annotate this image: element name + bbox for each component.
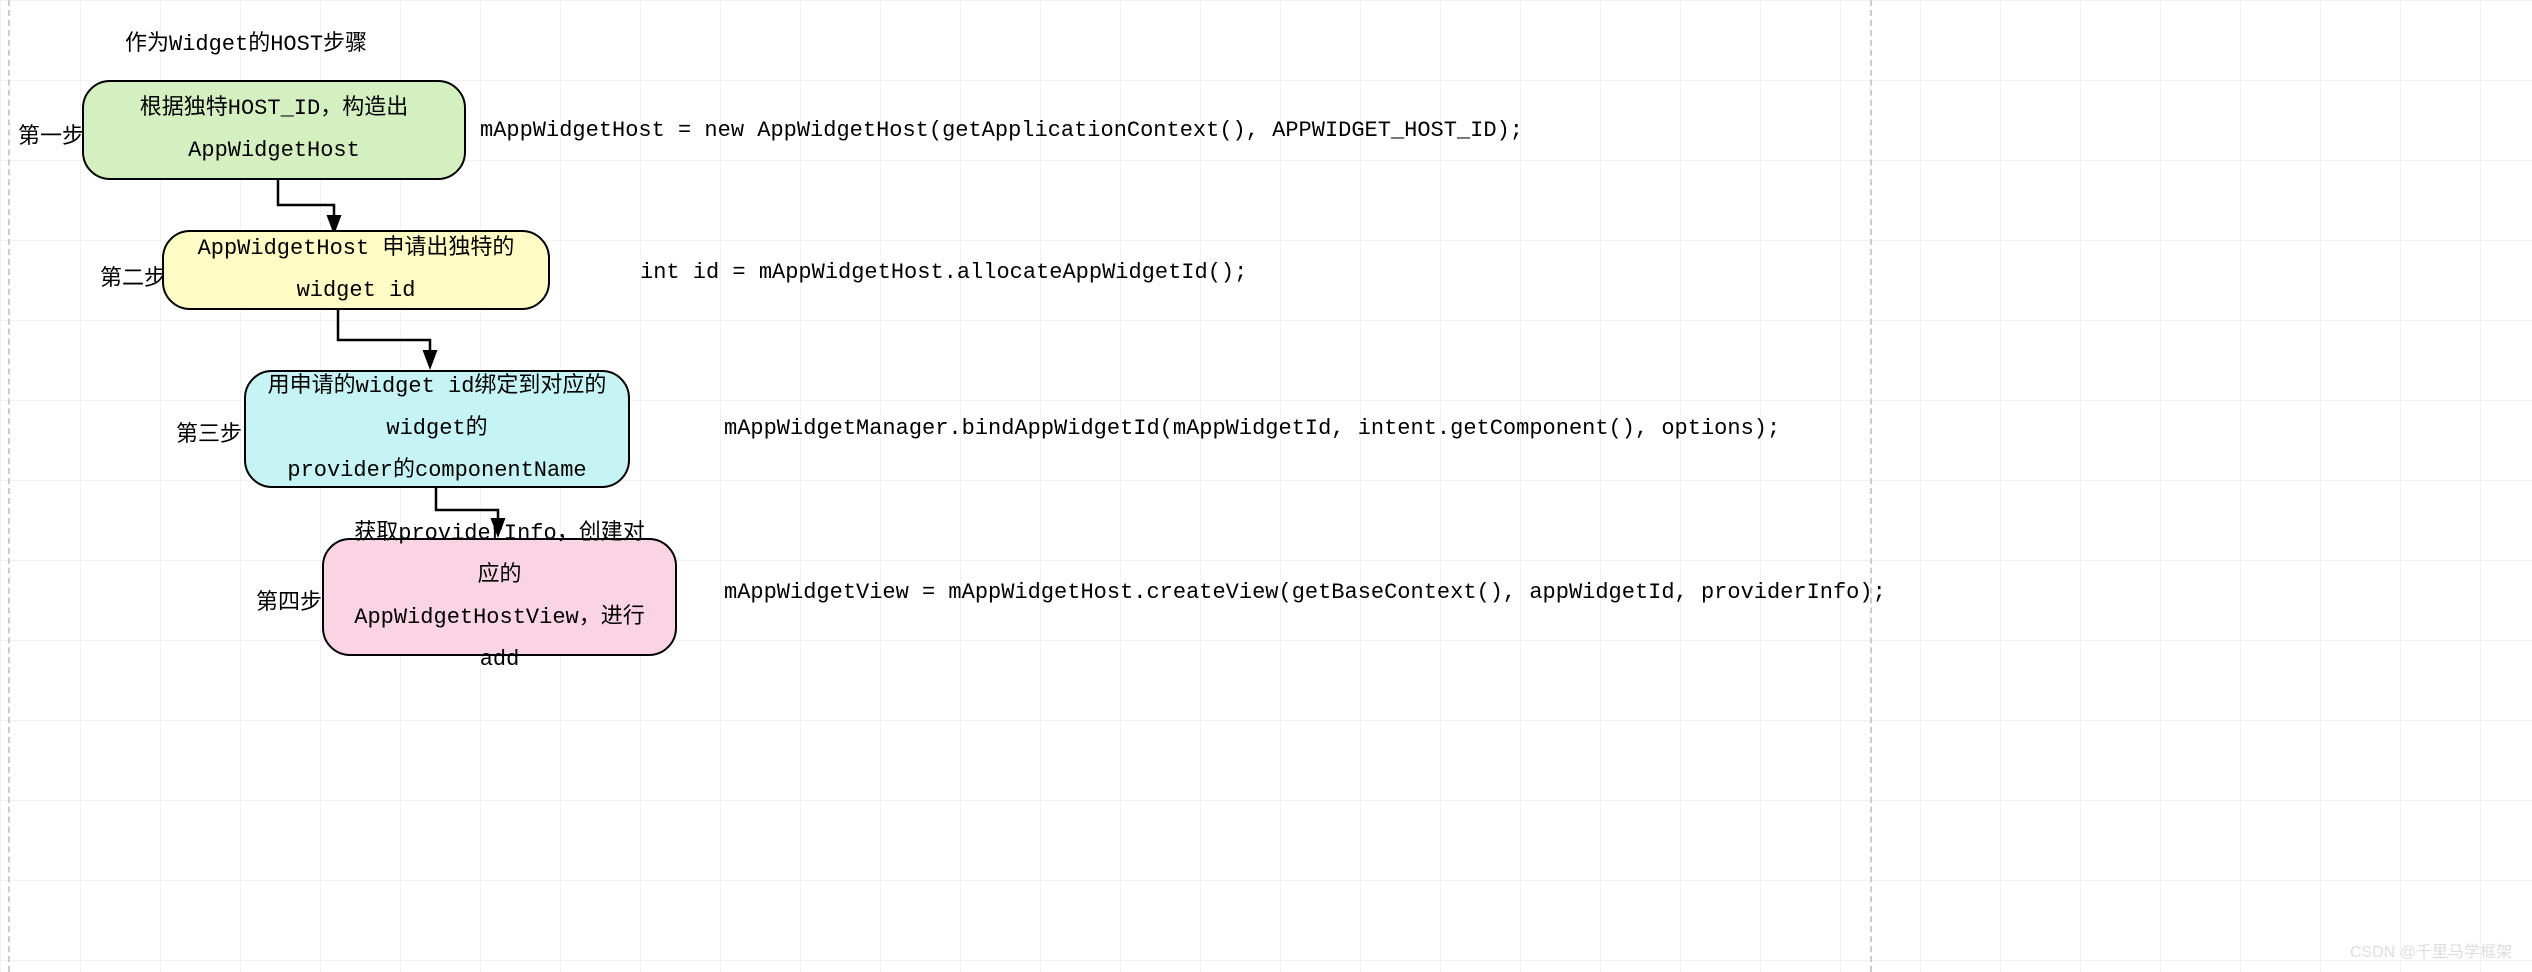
node-step-3: 用申请的widget id绑定到对应的widget的 provider的comp… <box>244 370 630 488</box>
code-step-3: mAppWidgetManager.bindAppWidgetId(mAppWi… <box>724 416 1780 441</box>
node-step-1: 根据独特HOST_ID，构造出AppWidgetHost <box>82 80 466 180</box>
arrow-2-3 <box>318 310 458 375</box>
watermark: CSDN @千里马学框架 <box>2350 938 2512 962</box>
code-step-1: mAppWidgetHost = new AppWidgetHost(getAp… <box>480 118 1523 143</box>
code-step-4: mAppWidgetView = mAppWidgetHost.createVi… <box>724 580 1886 605</box>
step-label-3: 第三步 <box>176 416 242 448</box>
guide-line-right <box>1870 0 1872 972</box>
guide-line-left <box>8 0 10 972</box>
node-step-3-text: 用申请的widget id绑定到对应的widget的 provider的comp… <box>266 366 608 491</box>
node-step-4-text: 获取providerInfo，创建对应的 AppWidgetHostView，进… <box>344 513 655 680</box>
step-label-1: 第一步 <box>18 118 84 150</box>
code-step-2: int id = mAppWidgetHost.allocateAppWidge… <box>640 260 1247 285</box>
node-step-1-text: 根据独特HOST_ID，构造出AppWidgetHost <box>104 88 444 172</box>
node-step-2: AppWidgetHost 申请出独特的widget id <box>162 230 550 310</box>
step-label-4: 第四步 <box>256 584 322 616</box>
node-step-4: 获取providerInfo，创建对应的 AppWidgetHostView，进… <box>322 538 677 656</box>
diagram-title: 作为Widget的HOST步骤 <box>125 25 367 57</box>
node-step-2-text: AppWidgetHost 申请出独特的widget id <box>184 228 528 312</box>
step-label-2: 第二步 <box>100 260 166 292</box>
